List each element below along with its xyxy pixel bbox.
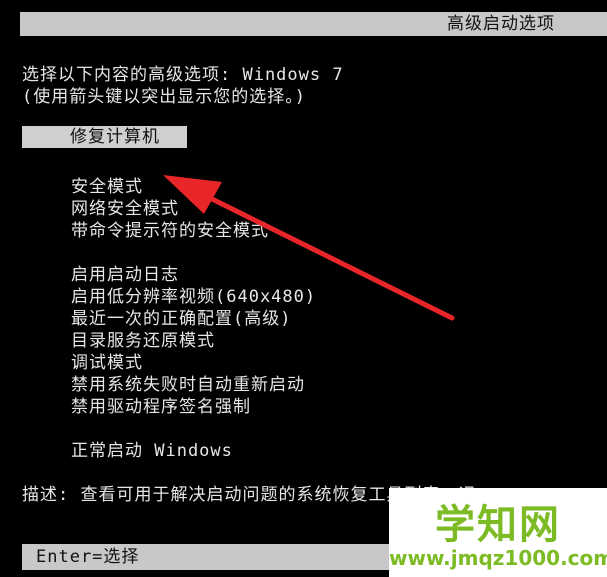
watermark-logo: 学知网: [435, 502, 561, 548]
watermark-url: www.jmqz1000.com: [389, 546, 607, 570]
boot-screen: 高级启动选项 选择以下内容的高级选项: Windows 7 (使用箭头键以突出显…: [0, 0, 607, 577]
watermark: 学知网 www.jmqz1000.com: [389, 488, 607, 577]
